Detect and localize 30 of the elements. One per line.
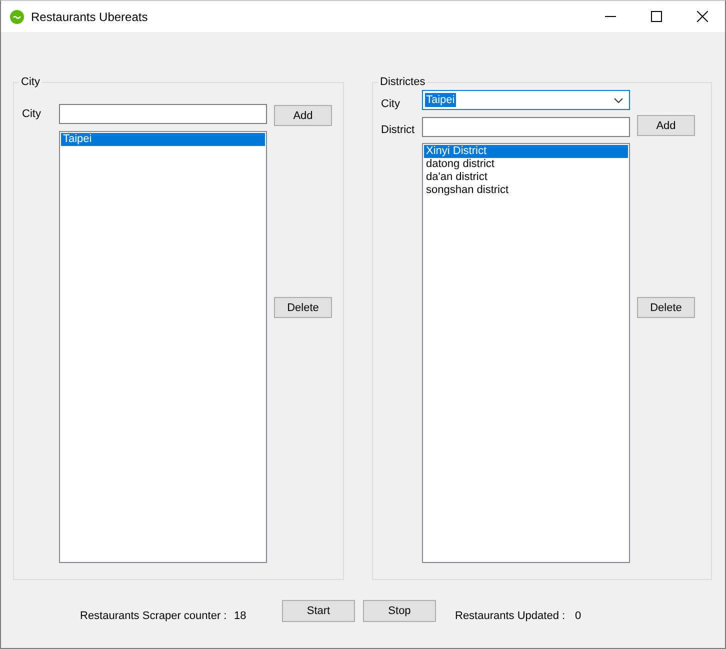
app-icon [10,10,24,24]
updated-label: Restaurants Updated : [455,609,566,623]
list-box[interactable]: Xinyi District datong district da'an district songshan district [422,143,630,563]
field-label: District [381,123,415,137]
list-item[interactable]: songshan district [424,184,628,197]
counter-label: Restaurants Scraper counter : [80,609,227,623]
group-title: Districtes [379,75,426,89]
maximize-icon [650,11,662,22]
group-title: City [20,75,41,89]
counter-value: 18 [234,609,246,623]
list-item[interactable]: datong district [424,158,628,171]
list-item[interactable]: da'an district [424,171,628,184]
list-box[interactable]: Taipei [59,131,267,563]
input-field[interactable] [59,104,267,124]
chevron-down-icon [614,98,623,102]
delete-button[interactable]: Delete [274,297,332,318]
field-label: City [22,107,41,121]
delete-button[interactable]: Delete [637,297,695,318]
input-field[interactable] [422,117,630,137]
city-dropdown[interactable]: Taipei [422,90,630,110]
stop-button[interactable]: Stop [363,600,436,622]
window-title: Restaurants Ubereats [31,10,148,24]
updated-value: 0 [575,609,582,623]
list-item[interactable]: Taipei [61,133,265,146]
close-icon [696,11,708,22]
add-button[interactable]: Add [637,115,695,136]
add-button[interactable]: Add [274,105,332,126]
start-button[interactable]: Start [282,600,355,622]
list-item[interactable]: Xinyi District [424,145,628,158]
field-label: City [381,97,400,111]
